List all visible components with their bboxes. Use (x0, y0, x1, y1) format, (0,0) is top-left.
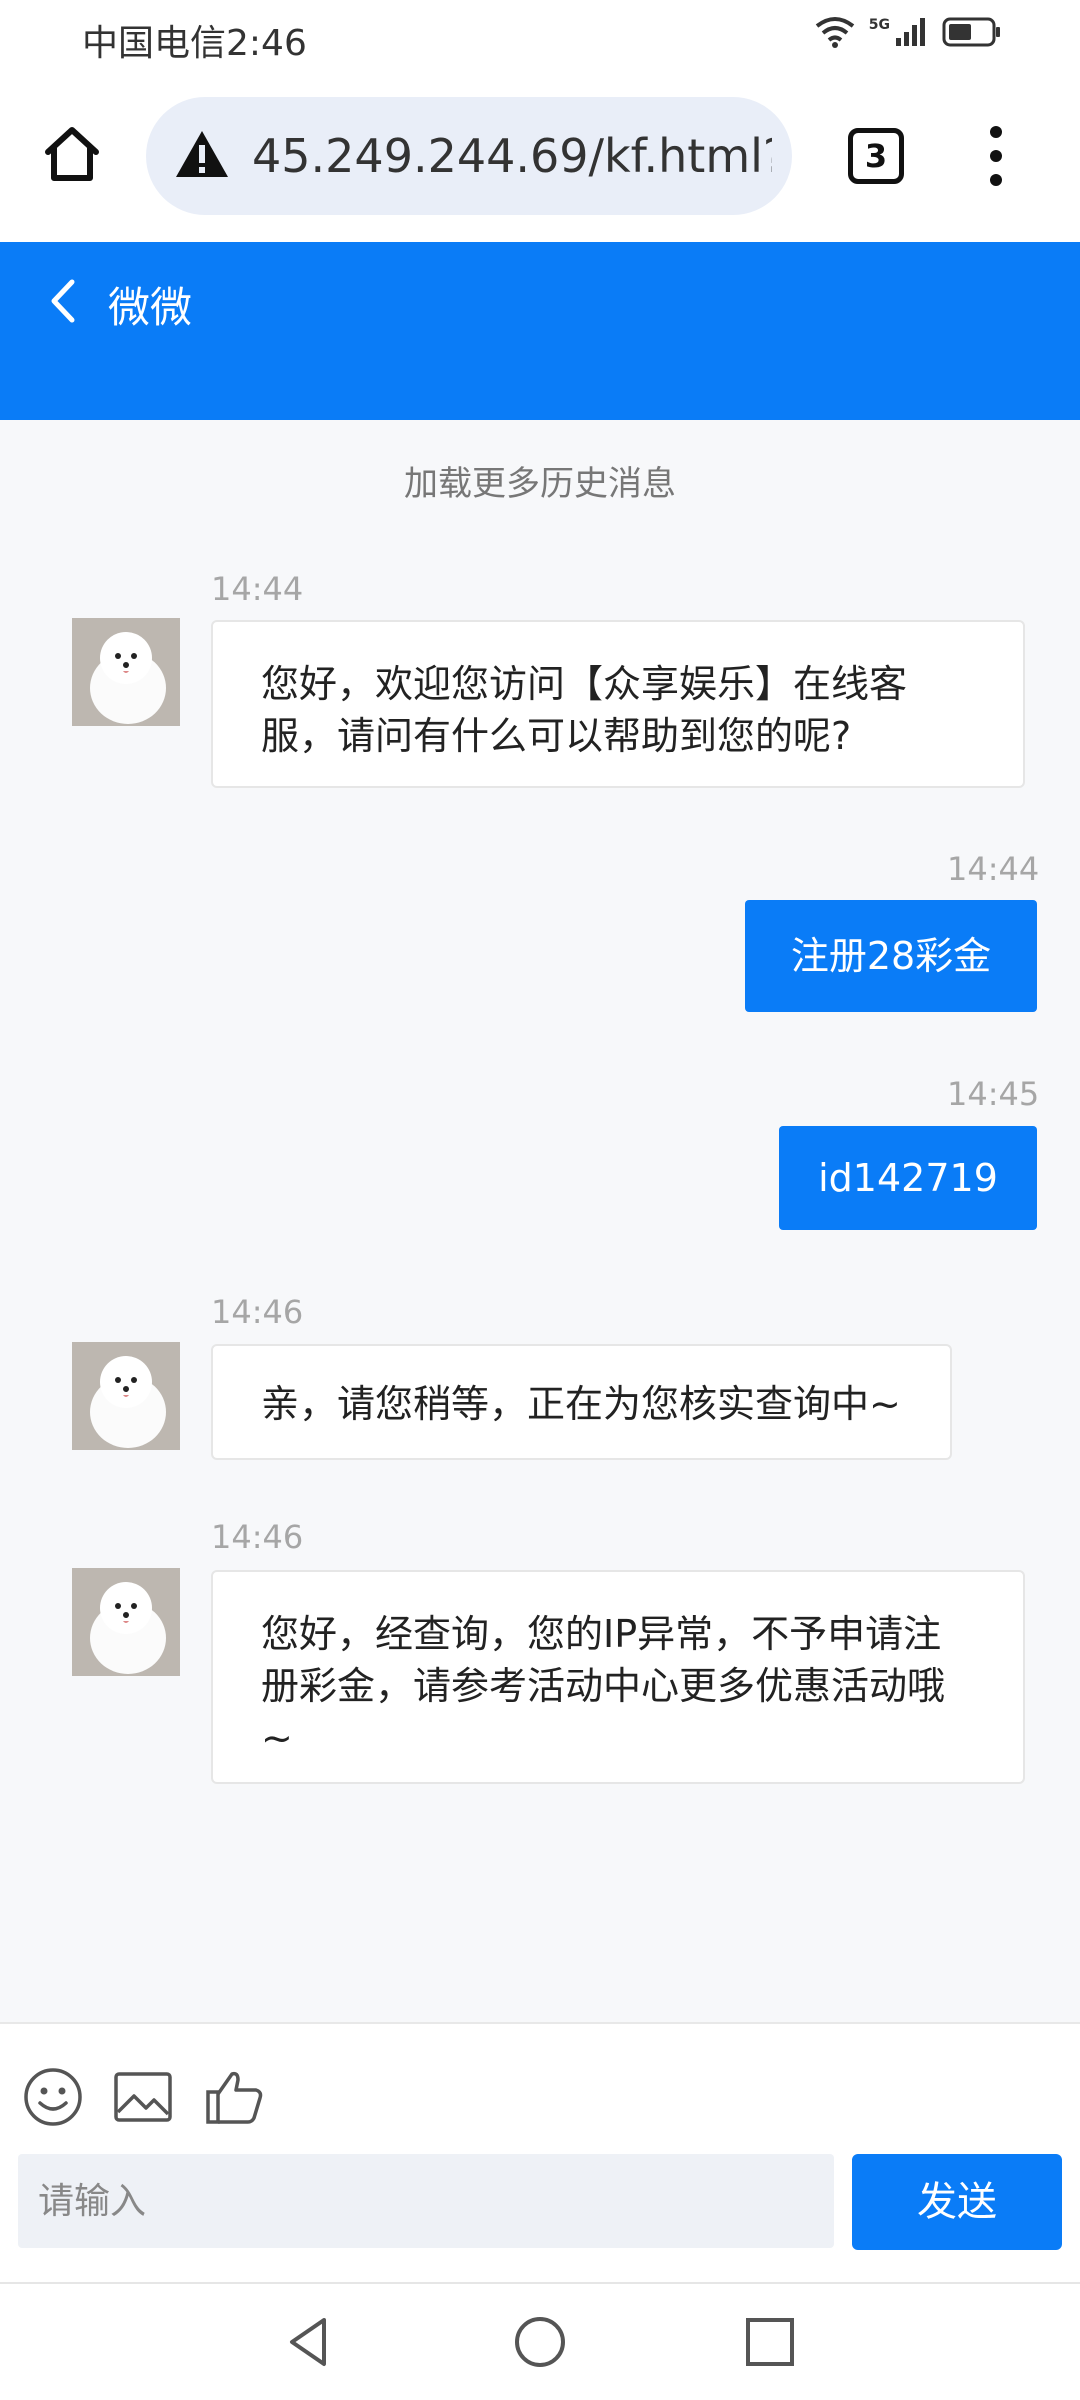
thumbs-up-icon[interactable] (204, 2066, 266, 2128)
status-icons: 5G (815, 16, 1002, 48)
back-icon[interactable] (44, 276, 84, 326)
message-bubble-incoming: 您好，欢迎您访问【众享娱乐】在线客服，请问有什么可以帮助到您的呢? (211, 620, 1025, 788)
address-bar[interactable]: 45.249.244.69/kf.html? (146, 97, 792, 215)
nav-back-icon[interactable] (280, 2312, 340, 2372)
message-list[interactable]: 加载更多历史消息 14:44 您好，欢迎您访问【众享娱乐】在线客服，请问有什么可… (0, 420, 1080, 2022)
chat-header: 微微 (0, 242, 1080, 420)
send-button[interactable]: 发送 (852, 2154, 1062, 2250)
battery-icon (942, 17, 1000, 47)
wifi-icon (815, 17, 854, 48)
avatar (72, 1342, 180, 1450)
menu-icon[interactable] (978, 124, 1014, 188)
avatar (72, 618, 180, 726)
message-bubble-outgoing: id142719 (779, 1126, 1037, 1230)
message-time: 14:46 (211, 1293, 304, 1331)
carrier-time: 中国电信2:46 (82, 23, 307, 64)
system-nav-bar (0, 2282, 1080, 2400)
nav-home-icon[interactable] (510, 2312, 570, 2372)
status-bar: 中国电信2:46 5G (0, 0, 1080, 72)
message-time: 14:44 (211, 570, 304, 608)
browser-toolbar: 45.249.244.69/kf.html? 3 (0, 72, 1080, 242)
message-bubble-incoming: 您好，经查询，您的IP异常，不予申请注册彩金，请参考活动中心更多优惠活动哦~ (211, 1570, 1025, 1784)
nav-recents-icon[interactable] (740, 2312, 800, 2372)
url-text[interactable]: 45.249.244.69/kf.html? (252, 129, 772, 183)
message-bubble-incoming: 亲，请您稍等，正在为您核实查询中~ (211, 1344, 952, 1460)
network-label: 5G (868, 17, 890, 33)
load-more-link[interactable]: 加载更多历史消息 (0, 456, 1080, 505)
home-icon[interactable] (40, 122, 104, 186)
avatar (72, 1568, 180, 1676)
image-icon[interactable] (112, 2066, 174, 2128)
input-area: 发送 (0, 2022, 1080, 2282)
warning-icon[interactable] (174, 129, 230, 179)
emoji-icon[interactable] (22, 2066, 84, 2128)
message-time: 14:44 (947, 850, 1040, 888)
message-bubble-outgoing: 注册28彩金 (745, 900, 1037, 1012)
message-time: 14:45 (947, 1075, 1040, 1113)
signal-icon (896, 18, 925, 46)
tabs-icon[interactable]: 3 (848, 128, 904, 184)
chat-title: 微微 (108, 283, 193, 332)
message-time: 14:46 (211, 1518, 304, 1556)
message-input[interactable] (18, 2154, 834, 2248)
